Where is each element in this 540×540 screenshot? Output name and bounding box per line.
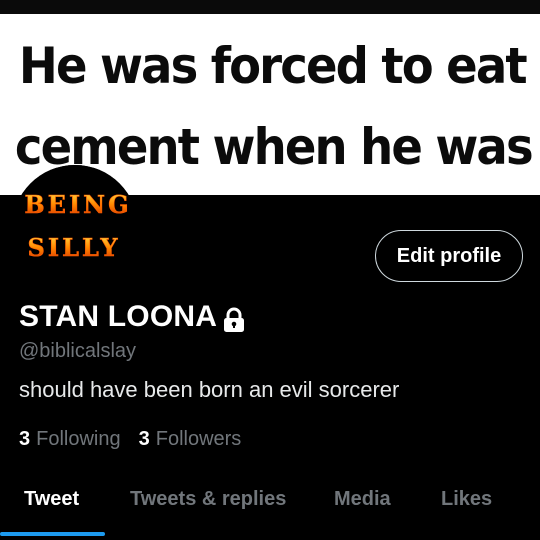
profile-display-name: STAN LOONA [19,300,246,334]
display-name-text: STAN LOONA [19,300,218,333]
active-tab-indicator [0,532,105,536]
profile-handle: @biblicalslay [19,340,137,362]
followers-count: 3 [138,428,150,450]
avatar-text-line-1: BEING [24,190,131,219]
avatar-text-line-2: SILLY [28,233,121,262]
lock-icon [222,307,246,333]
tab-media[interactable]: Media [334,488,391,511]
followers-link[interactable]: 3 Followers [139,428,242,451]
banner-caption-line-1: He was forced to eat [18,37,528,95]
following-count: 3 [19,428,31,450]
profile-bio: should have been born an evil sorcerer [19,377,400,402]
following-label: Following [36,428,121,450]
followers-label: Followers [155,428,242,450]
top-strip [0,0,540,14]
following-link[interactable]: 3 Following [19,428,121,451]
profile-tabs: Tweet Tweets & replies Media Likes [0,470,540,540]
avatar-image: BEING SILLY [12,165,138,291]
tab-likes[interactable]: Likes [441,488,492,511]
edit-profile-button[interactable]: Edit profile [375,230,523,282]
avatar[interactable]: BEING SILLY [12,165,138,291]
follow-counts: 3 Following 3 Followers [19,428,241,451]
tab-tweets[interactable]: Tweet [24,488,79,511]
tab-tweets-and-replies[interactable]: Tweets & replies [130,488,286,511]
